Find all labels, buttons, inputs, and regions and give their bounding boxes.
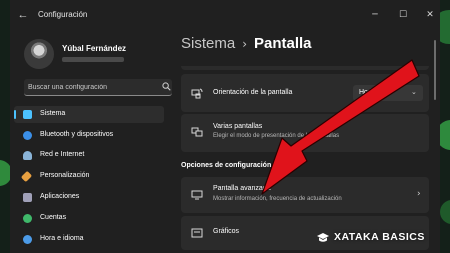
chevron-right-icon: › (417, 189, 421, 199)
chevron-right-icon: › (242, 37, 247, 51)
graduation-cap-icon (317, 233, 329, 242)
monitor-icon (23, 110, 32, 119)
orientation-dropdown[interactable]: Horizontal ⌄ (353, 85, 423, 101)
sidebar-item-red[interactable]: Red e Internet (14, 147, 164, 164)
multiple-displays-title: Varias pantallas (213, 123, 263, 130)
sidebar-item-label: Cuentas (40, 214, 67, 221)
sidebar-item-label: Aplicaciones (40, 193, 80, 200)
close-icon[interactable]: ✕ (423, 8, 437, 22)
sidebar-item-hora-idioma[interactable]: Hora e idioma (14, 231, 164, 248)
advanced-display-title: Pantalla avanzada (213, 185, 271, 192)
watermark-text: XATAKA BASICS (334, 231, 425, 243)
multiple-displays-card[interactable]: Varias pantallas Elegir el modo de prese… (181, 114, 429, 152)
orientation-icon (191, 88, 203, 99)
minimize-icon[interactable]: ─ (368, 8, 382, 22)
wallpaper-bubble (440, 200, 450, 224)
breadcrumb-parent[interactable]: Sistema (181, 35, 235, 52)
sidebar-item-sistema[interactable]: Sistema (14, 106, 164, 123)
orientation-title: Orientación de la pantalla (213, 89, 293, 96)
active-indicator (14, 110, 16, 119)
maximize-icon[interactable]: ☐ (396, 8, 410, 22)
sidebar-item-personalizacion[interactable]: Personalización (14, 168, 164, 185)
advanced-display-card[interactable]: Pantalla avanzada Mostrar información, f… (181, 177, 429, 213)
brush-icon (20, 170, 33, 183)
previous-setting-card-edge (181, 66, 429, 70)
orientation-card[interactable]: Orientación de la pantalla Horizontal ⌄ (181, 74, 429, 112)
sidebar-item-label: Personalización (40, 172, 90, 179)
chevron-down-icon: ⌄ (411, 88, 417, 96)
person-icon (23, 214, 32, 223)
breadcrumb: Sistema › Pantalla (181, 35, 312, 52)
watermark: XATAKA BASICS (316, 230, 442, 246)
sidebar: Sistema Bluetooth y dispositivos Red e I… (10, 0, 166, 253)
page-title: Pantalla (254, 35, 312, 52)
monitor-icon (191, 190, 203, 200)
settings-window: ← Configuración ─ ☐ ✕ Yúbal Fernández Si… (10, 0, 440, 253)
bluetooth-icon (23, 131, 32, 140)
graphics-icon (191, 228, 203, 238)
section-heading: Opciones de configuración re (181, 162, 280, 169)
orientation-value: Horizontal (359, 89, 391, 96)
wifi-icon (23, 151, 32, 160)
multiple-displays-subtitle: Elegir el modo de presentación de las pa… (213, 133, 340, 139)
graphics-title: Gráficos (213, 228, 240, 235)
sidebar-item-label: Hora e idioma (40, 235, 84, 242)
screenshot-stage: ← Configuración ─ ☐ ✕ Yúbal Fernández Si… (0, 0, 450, 253)
sidebar-item-cuentas[interactable]: Cuentas (14, 210, 164, 227)
sidebar-item-aplicaciones[interactable]: Aplicaciones (14, 189, 164, 206)
scrollbar[interactable] (434, 40, 436, 100)
globe-clock-icon (23, 235, 32, 244)
multiple-displays-icon (191, 127, 203, 137)
sidebar-item-label: Red e Internet (40, 151, 85, 158)
sidebar-item-label: Bluetooth y dispositivos (40, 131, 114, 138)
sidebar-item-label: Sistema (40, 110, 66, 117)
advanced-display-subtitle: Mostrar información, frecuencia de actua… (213, 196, 342, 202)
sidebar-item-bluetooth[interactable]: Bluetooth y dispositivos (14, 127, 164, 144)
apps-icon (23, 193, 32, 202)
